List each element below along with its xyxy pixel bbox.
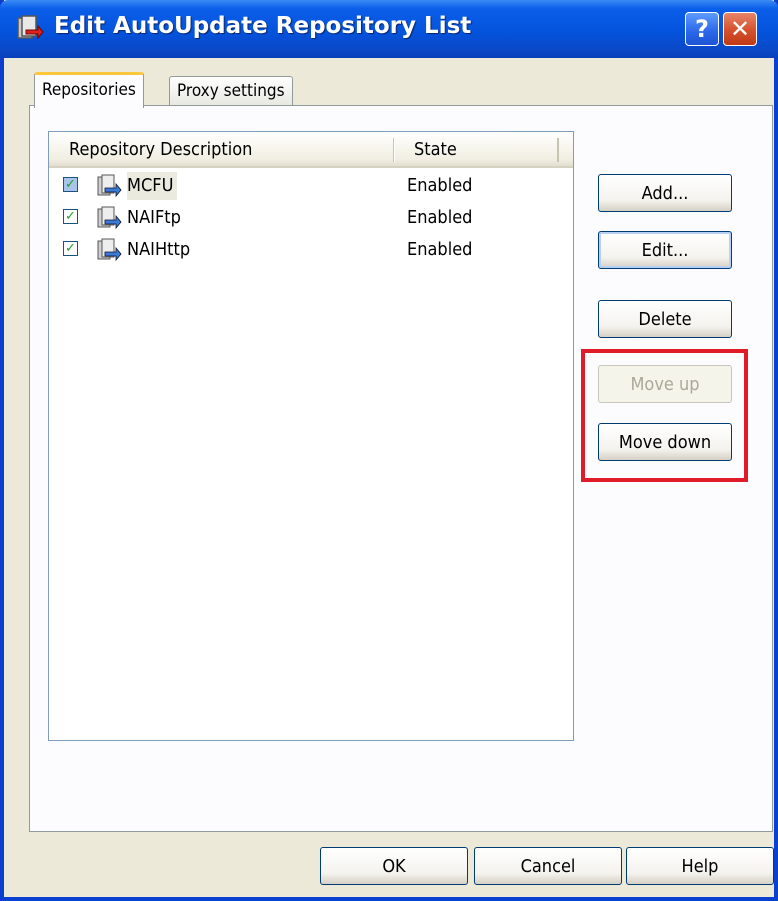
highlight-annotation [581,349,748,482]
repository-app-icon [17,15,44,40]
repository-icon [97,238,122,262]
enabled-checkbox[interactable]: ✓ [63,241,78,256]
edit-button[interactable]: Edit... [598,231,732,269]
column-header-state[interactable]: State [414,132,457,166]
window-title: Edit AutoUpdate Repository List [54,13,472,39]
repository-icon [97,206,122,230]
help-titlebar-button[interactable]: ? [685,12,719,46]
repository-list[interactable]: Repository Description State ✓ MCFU Enab… [48,131,574,741]
enabled-checkbox[interactable]: ✓ [63,177,78,192]
column-header-description[interactable]: Repository Description [69,132,252,166]
list-item[interactable]: ✓ MCFU Enabled [49,170,573,202]
title-bar[interactable]: Edit AutoUpdate Repository List ? ✕ [0,0,778,58]
list-item[interactable]: ✓ NAIHttp Enabled [49,234,573,266]
question-mark-icon: ? [695,15,709,43]
cancel-button[interactable]: Cancel [474,847,622,885]
delete-button[interactable]: Delete [598,300,732,338]
checkmark-icon: ✓ [65,209,76,224]
enabled-checkbox[interactable]: ✓ [63,209,78,224]
close-button[interactable]: ✕ [723,12,757,46]
repository-name: NAIHttp [127,239,191,260]
tab-proxy-settings[interactable]: Proxy settings [169,76,293,106]
ok-button[interactable]: OK [320,847,468,885]
help-button[interactable]: Help [626,847,774,885]
column-divider[interactable] [557,138,559,162]
close-icon: ✕ [729,15,751,43]
list-header: Repository Description State [49,132,573,168]
checkmark-icon: ✓ [65,177,76,192]
repository-name: NAIFtp [127,207,181,228]
tab-repositories[interactable]: Repositories [34,72,144,108]
list-item[interactable]: ✓ NAIFtp Enabled [49,202,573,234]
column-divider[interactable] [393,138,395,162]
add-button[interactable]: Add... [598,174,732,212]
repository-state: Enabled [407,175,473,196]
repository-state: Enabled [407,239,473,260]
dialog-window: Edit AutoUpdate Repository List ? ✕ Repo… [0,0,778,901]
repository-name: MCFU [127,172,178,200]
repository-state: Enabled [407,207,473,228]
checkmark-icon: ✓ [65,241,76,256]
repository-icon [97,174,122,198]
